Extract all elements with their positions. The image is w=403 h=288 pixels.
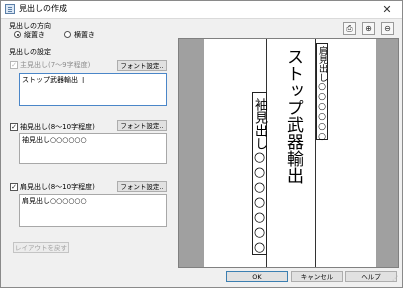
radio-vertical[interactable] (14, 31, 21, 38)
printer-icon[interactable]: ⎙ (343, 22, 356, 35)
sub-heading-input[interactable]: 袖見出し○○○○○○ (19, 133, 167, 164)
cancel-button[interactable]: キャンセル (291, 271, 343, 282)
shoulder-font-button[interactable]: フォント設定.. (117, 181, 167, 192)
shoulder-heading-value: 肩見出し○○○○○○ (22, 197, 87, 205)
help-button[interactable]: ヘルプ (345, 271, 397, 282)
main-heading-label: 主見出し(7〜9字程度) (20, 61, 91, 69)
resize-grip-icon[interactable]: ⋰ (392, 276, 400, 285)
title-bar: 見出しの作成 ✕ (1, 1, 402, 19)
radio-vertical-label[interactable]: 縦置き (24, 30, 45, 40)
ok-button[interactable]: OK (226, 271, 288, 282)
window-title: 見出しの作成 (19, 4, 67, 13)
main-heading-checkbox: ✓ (10, 61, 18, 69)
zoom-out-icon[interactable]: ⊖ (381, 22, 394, 35)
app-icon (5, 4, 15, 14)
text-cursor-icon: I (82, 76, 85, 85)
dialog-window: 見出しの作成 ✕ 見出しの方向 縦置き 横置き 見出しの設定 ✓ 主見出し(7〜… (0, 0, 403, 288)
radio-horizontal[interactable] (64, 31, 71, 38)
radio-horizontal-label[interactable]: 横置き (74, 30, 95, 40)
preview-sub-heading: 袖見出し○○○○○○○ (252, 98, 267, 255)
sub-heading-label: 袖見出し(8〜10字程度) (20, 123, 95, 131)
preview-shoulder-heading: 肩見出し○○○○○○ (317, 46, 327, 142)
zoom-in-icon[interactable]: ⊕ (362, 22, 375, 35)
reset-layout-button: レイアウトを戻す (13, 242, 69, 253)
sub-heading-checkbox[interactable]: ✓ (10, 123, 18, 131)
close-button[interactable]: ✕ (375, 1, 399, 18)
main-heading-value: ストップ武器輸出 (22, 76, 78, 84)
sub-font-button[interactable]: フォント設定.. (117, 120, 167, 131)
shoulder-heading-checkbox[interactable]: ✓ (10, 183, 18, 191)
sub-heading-value: 袖見出し○○○○○○ (22, 136, 87, 144)
preview-main-heading[interactable]: ストップ武器輸出 (283, 48, 303, 184)
preview-pane: 袖見出し○○○○○○○ ストップ武器輸出 肩見出し○○○○○○ (178, 38, 399, 268)
main-heading-input[interactable]: ストップ武器輸出 I (19, 73, 167, 106)
shoulder-heading-input[interactable]: 肩見出し○○○○○○ (19, 194, 167, 227)
preview-page: 袖見出し○○○○○○○ ストップ武器輸出 肩見出し○○○○○○ (204, 39, 376, 267)
settings-label: 見出しの設定 (9, 48, 51, 56)
shoulder-heading-label: 肩見出し(8〜10字程度) (20, 183, 95, 191)
preview-sub-heading-box[interactable]: 袖見出し○○○○○○○ (252, 92, 267, 255)
preview-shoulder-heading-box[interactable]: 肩見出し○○○○○○ (316, 43, 328, 142)
main-font-button[interactable]: フォント設定.. (117, 60, 167, 71)
